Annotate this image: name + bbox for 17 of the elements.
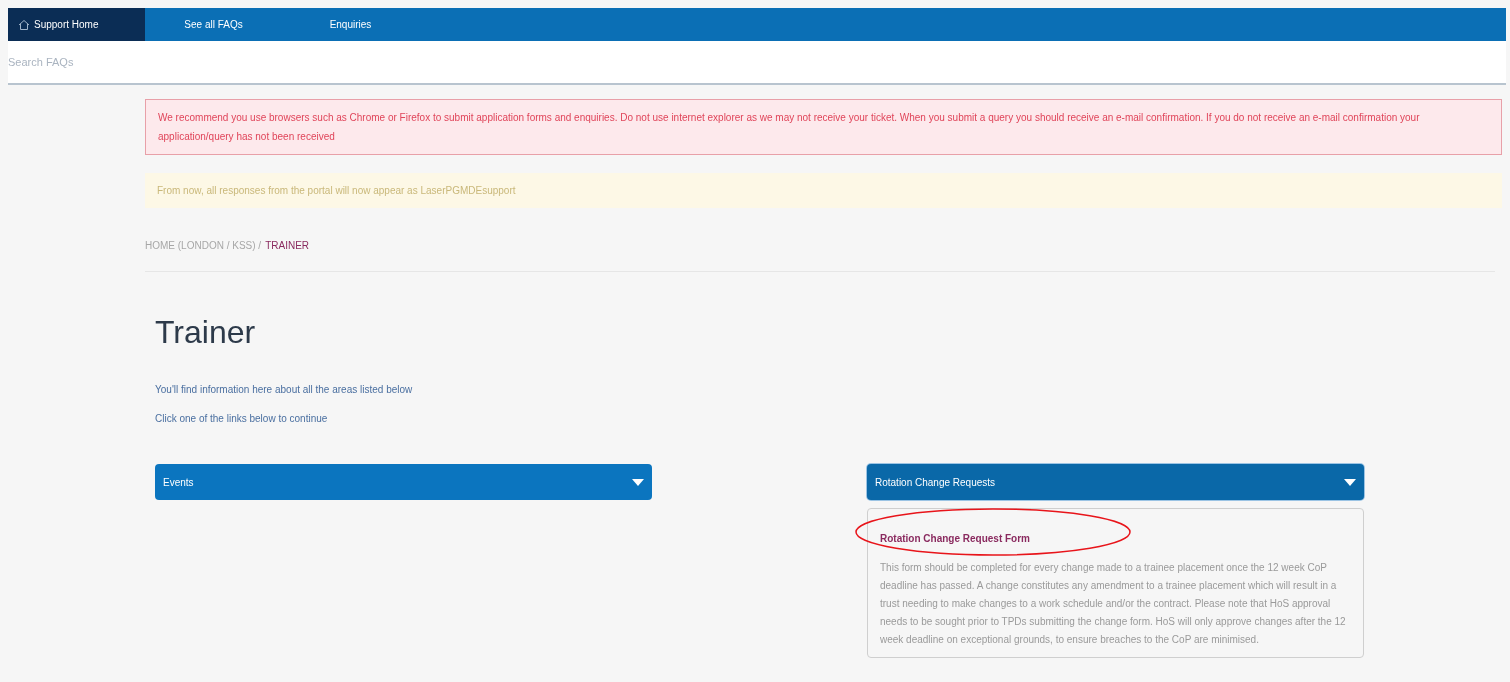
intro-text: Click one of the links below to continue [155,412,329,426]
page-title: Trainer [155,313,257,352]
accordion-header[interactable]: Rotation Change Requests [867,464,1364,500]
nav-tab[interactable]: Support Home [8,8,145,41]
form-link[interactable]: Rotation Change Request Form [880,533,1030,544]
caret-icon [1344,478,1356,486]
accordion-header[interactable]: Events [155,464,652,500]
search-field[interactable]: Search FAQs [8,41,1506,85]
notice-alert: From now, all responses from the portal will now appear as LaserPGMDEsupport [145,173,1502,208]
nav-tab[interactable]: Enquiries [282,8,419,41]
warning-alert: We recommend you use browsers such as Chrome or Firefox to submit application forms and enquiries. Do not use internet explorer as we may not receive your ticket. When you submit a query you should receive an e-mail confirmation. If you do not receive an e-mail confirmation your application/query has not been received [145,99,1502,155]
breadcrumb-link[interactable]: TRAINER [265,238,310,253]
home-icon [18,18,30,31]
intro-text: You'll find information here about all the areas listed below [155,383,414,397]
nav-tab[interactable]: See all FAQs [145,8,282,41]
form-description: This form should be completed for every change made to a trainee placement once the 12 week CoP deadline has passed. A change constitutes any amendment to a trainee placement which will result in a trust needing to make changes to a work schedule and/or the contract. Please note that HoS approval needs to be sought prior to TPDs submitting the change form. HoS will only approve changes after the 12 week deadline on exceptional grounds, to ensure breaches to the CoP are minimised. [880,561,1347,647]
caret-icon [632,478,644,486]
